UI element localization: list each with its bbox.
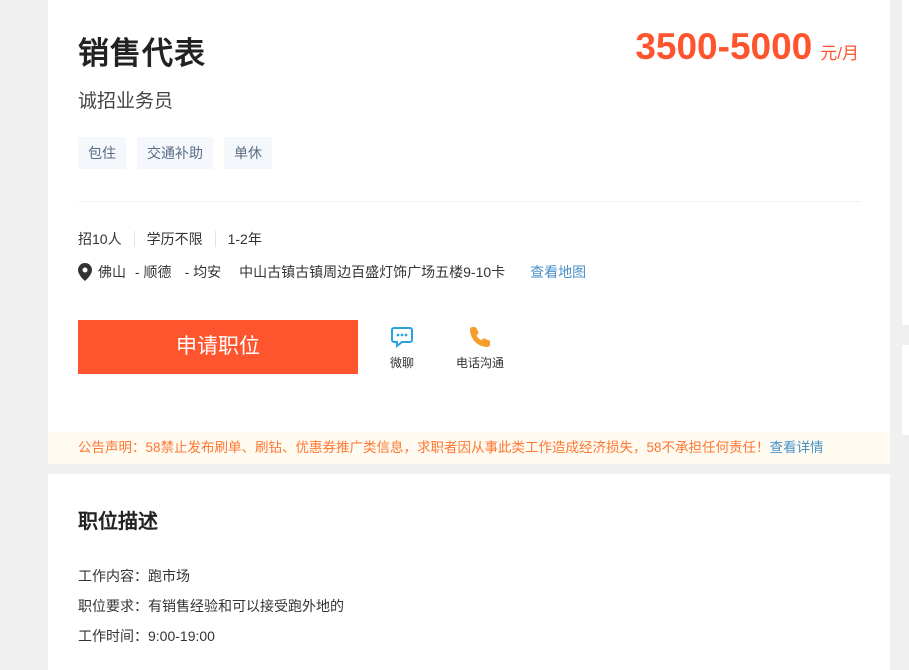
notice-more-link[interactable]: 查看详情: [770, 440, 824, 455]
welfare-tag: 包住: [78, 137, 126, 169]
job-subtitle: 诚招业务员: [78, 91, 174, 112]
notice-text: 公告声明：58禁止发布刷单、刷钻、优惠券推广类信息，求职者因从事此类工作造成经济…: [78, 440, 770, 455]
experience: 1-2年: [214, 231, 274, 247]
welfare-tag: 单休: [224, 137, 272, 169]
divider: [78, 201, 861, 202]
apply-button[interactable]: 申请职位: [78, 320, 358, 374]
wechat-label: 微聊: [390, 356, 415, 370]
job-address: 佛山 - 顺德 - 均安 中山古镇古镇周边百盛灯饰广场五楼9-10卡 查看地图: [78, 262, 586, 282]
salary: 3500-5000 元/月: [635, 26, 859, 68]
phone-label: 电话沟通: [456, 356, 505, 370]
description-line: 工作内容：跑市场: [78, 568, 190, 584]
welfare-tag: 交通补助: [137, 137, 213, 169]
location-pin-icon: [78, 263, 92, 281]
section-title: 职位描述: [78, 511, 158, 533]
address-street: 中山古镇古镇周边百盛灯饰广场五楼9-10卡: [239, 264, 506, 280]
headcount: 招10人: [78, 231, 122, 247]
phone-button[interactable]: 电话沟通: [456, 326, 504, 371]
address-district: - 顺德: [135, 264, 172, 280]
salary-unit: 元/月: [820, 44, 859, 63]
salary-range: 3500-5000: [635, 26, 813, 67]
page-edge: [902, 345, 909, 435]
address-city: 佛山: [98, 264, 126, 280]
address-area: - 均安: [184, 264, 222, 280]
wechat-button[interactable]: 微聊: [390, 326, 414, 371]
description-line: 工作时间：9:00-19:00: [78, 628, 215, 644]
welfare-tags: 包住 交通补助 单休: [78, 137, 272, 169]
chat-bubble-icon: [391, 327, 413, 348]
page-edge: [902, 0, 909, 325]
notice-banner: 公告声明：58禁止发布刷单、刷钻、优惠券推广类信息，求职者因从事此类工作造成经济…: [48, 432, 890, 464]
description-line: 职位要求：有销售经验和可以接受跑外地的: [78, 598, 344, 614]
view-map-link[interactable]: 查看地图: [530, 262, 586, 282]
job-title: 销售代表: [78, 36, 206, 71]
job-requirements: 招10人 学历不限 1-2年: [78, 231, 274, 247]
education: 学历不限: [133, 231, 215, 247]
phone-icon: [470, 327, 490, 347]
